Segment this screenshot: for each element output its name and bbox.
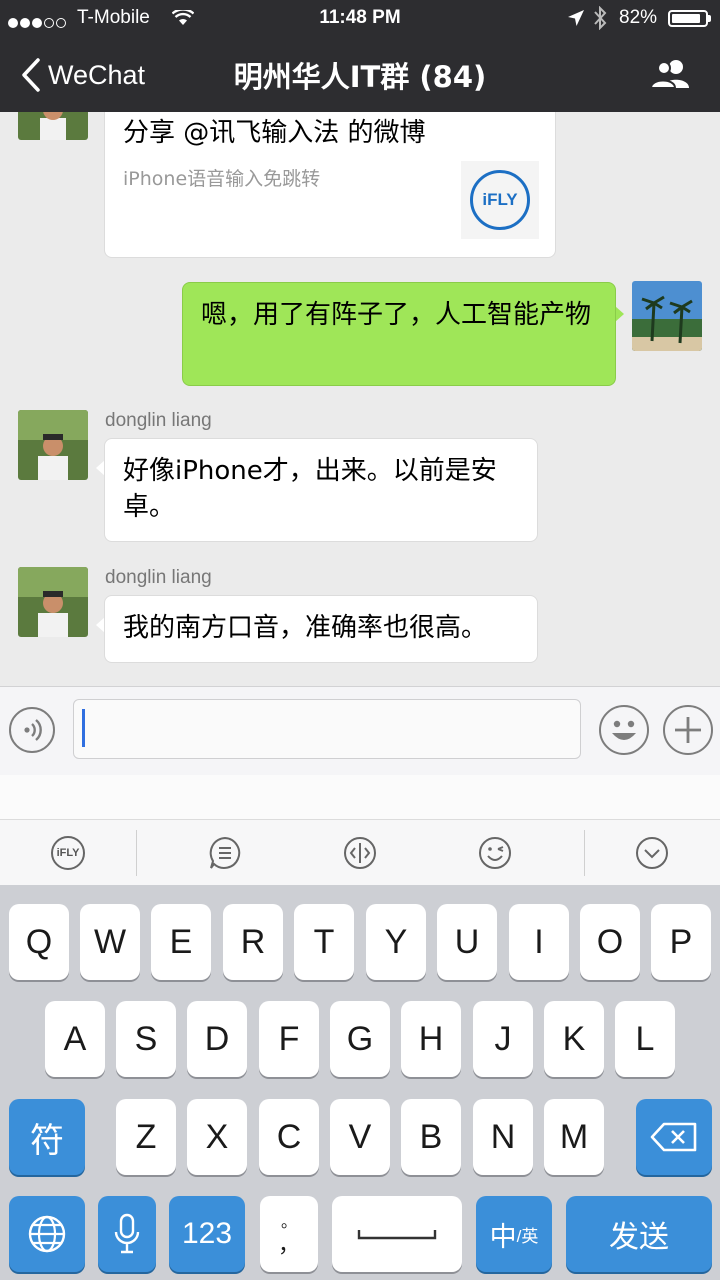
chat-title: 明州华人IT群 (84) [233, 60, 487, 94]
received-message-bubble[interactable]: 好像iPhone才，出来。以前是安卓。 [104, 438, 538, 542]
ime-logo-text: iFLY [56, 847, 80, 859]
punct-bottom-label: ， [277, 1232, 300, 1257]
key-l[interactable]: L [615, 1001, 675, 1077]
my-message-bubble[interactable]: 嗯，用了有阵子了，人工智能产物 [182, 282, 616, 386]
received-message-bubble[interactable]: 我的南方口音，准确率也很高。 [104, 595, 538, 663]
key-o[interactable]: O [580, 904, 640, 980]
key-d[interactable]: D [187, 1001, 247, 1077]
sender-name: donglin liang [105, 567, 212, 588]
backspace-icon [650, 1122, 697, 1152]
key-n[interactable]: N [473, 1099, 533, 1175]
key-h[interactable]: H [401, 1001, 461, 1077]
emoticon-icon[interactable] [478, 836, 512, 870]
keyboard: Q W E R T Y U I O P A S D F G H J K L 符 … [0, 885, 720, 1280]
key-m[interactable]: M [544, 1099, 604, 1175]
key-k[interactable]: K [544, 1001, 604, 1077]
bubble-tail [615, 306, 624, 322]
battery-percent: 82% [619, 7, 658, 28]
voice-input-button[interactable] [9, 707, 55, 753]
key-w[interactable]: W [80, 904, 140, 980]
lang-main-label: 中 [489, 1221, 517, 1252]
my-avatar-photo [632, 281, 702, 351]
divider [136, 830, 137, 876]
my-avatar[interactable] [632, 281, 702, 351]
space-icon [357, 1230, 437, 1240]
sender-avatar-photo [18, 410, 88, 480]
shared-link-card[interactable]: 分享 @讯飞输入法 的微博 iPhone语音输入免跳转 iFLY [104, 112, 556, 258]
share-logo-text: iFLY [470, 170, 530, 230]
symbols-key[interactable]: 符 [9, 1099, 85, 1175]
divider [584, 830, 585, 876]
key-a[interactable]: A [45, 1001, 105, 1077]
sender-avatar-photo [18, 567, 88, 637]
key-e[interactable]: E [151, 904, 211, 980]
delete-key[interactable] [636, 1099, 712, 1175]
plus-icon [675, 717, 701, 743]
key-r[interactable]: R [223, 904, 283, 980]
key-f[interactable]: F [259, 1001, 319, 1077]
share-description: iPhone语音输入免跳转 [123, 168, 321, 190]
key-b[interactable]: B [401, 1099, 461, 1175]
sender-avatar[interactable] [18, 410, 88, 480]
punctuation-key[interactable]: 。 ， [260, 1196, 318, 1272]
punct-top-label: 。 [280, 1214, 297, 1231]
key-z[interactable]: Z [116, 1099, 176, 1175]
key-j[interactable]: J [473, 1001, 533, 1077]
key-u[interactable]: U [437, 904, 497, 980]
send-key[interactable]: 发送 [566, 1196, 712, 1272]
avatar[interactable] [18, 112, 88, 140]
key-p[interactable]: P [651, 904, 711, 980]
location-arrow-icon [568, 10, 584, 26]
sender-avatar[interactable] [18, 567, 88, 637]
key-q[interactable]: Q [9, 904, 69, 980]
battery-icon [668, 10, 711, 27]
more-button[interactable] [663, 705, 713, 755]
phrases-icon[interactable] [208, 836, 242, 870]
space-key[interactable] [332, 1196, 462, 1272]
key-g[interactable]: G [330, 1001, 390, 1077]
microphone-icon [114, 1213, 140, 1254]
voice-key[interactable] [98, 1196, 156, 1272]
bluetooth-icon [594, 6, 607, 30]
numbers-key[interactable]: 123 [169, 1196, 245, 1272]
cursor-move-icon[interactable] [343, 836, 377, 870]
ifly-menu-icon[interactable]: iFLY [51, 836, 85, 870]
clock: 11:48 PM [319, 7, 401, 28]
chat-area[interactable]: 分享 @讯飞输入法 的微博 iPhone语音输入免跳转 iFLY 嗯，用了有阵子… [0, 112, 720, 686]
collapse-keyboard-icon[interactable] [635, 836, 669, 870]
globe-key[interactable] [9, 1196, 85, 1272]
voice-icon [24, 719, 42, 741]
message-input-bar [0, 686, 720, 776]
key-y[interactable]: Y [366, 904, 426, 980]
key-t[interactable]: T [294, 904, 354, 980]
key-x[interactable]: X [187, 1099, 247, 1175]
smiley-icon [612, 720, 636, 740]
key-c[interactable]: C [259, 1099, 319, 1175]
candidate-bar [0, 775, 720, 819]
ifly-logo-icon: iFLY [461, 161, 539, 239]
group-members-icon[interactable] [650, 58, 690, 88]
globe-icon [28, 1215, 66, 1253]
top-bar: T-Mobile 11:48 PM 82% WeChat 明州华人IT群 (84… [0, 0, 720, 112]
key-v[interactable]: V [330, 1099, 390, 1175]
lang-sub-label: /英 [516, 1226, 539, 1246]
language-toggle-key[interactable]: 中/英 [476, 1196, 552, 1272]
emoji-button[interactable] [599, 705, 649, 755]
message-input[interactable] [73, 699, 581, 759]
sender-name: donglin liang [105, 410, 212, 431]
key-s[interactable]: S [116, 1001, 176, 1077]
key-i[interactable]: I [509, 904, 569, 980]
text-cursor [82, 709, 85, 747]
ime-toolbar: iFLY [0, 819, 720, 886]
share-title: 分享 @讯飞输入法 的微博 [123, 118, 426, 148]
avatar-photo [18, 112, 88, 140]
